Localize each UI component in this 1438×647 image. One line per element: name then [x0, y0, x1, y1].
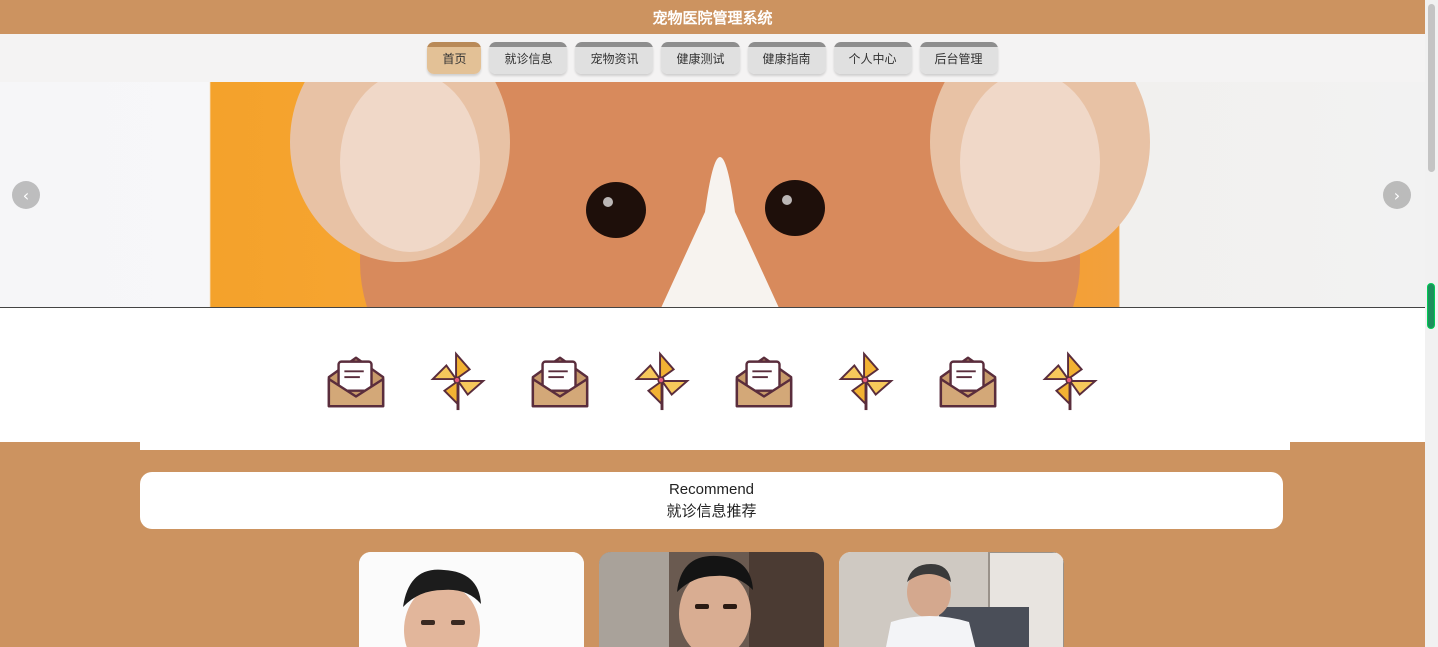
nav-item-admin[interactable]: 后台管理: [919, 42, 998, 74]
carousel-next-button[interactable]: ›: [1383, 181, 1411, 209]
pinwheel-icon[interactable]: [835, 350, 897, 412]
doctor-photo: [359, 552, 584, 647]
envelope-icon[interactable]: [529, 350, 591, 412]
nav-item-visits[interactable]: 就诊信息: [489, 42, 568, 74]
recommend-heading: Recommend 就诊信息推荐: [140, 472, 1283, 529]
envelope-icon[interactable]: [325, 350, 387, 412]
feature-icons-strip: [0, 308, 1425, 442]
doctor-card[interactable]: [359, 552, 584, 647]
envelope-icon[interactable]: [733, 350, 795, 412]
banner-carousel: ‹ ›: [0, 82, 1425, 308]
section-divider: [140, 442, 1290, 450]
nav-item-health-test[interactable]: 健康测试: [661, 42, 740, 74]
recommend-title-en: Recommend: [668, 480, 755, 498]
pinwheel-icon[interactable]: [1039, 350, 1101, 412]
pinwheel-icon[interactable]: [631, 350, 693, 412]
header-bar: 宠物医院管理系统: [0, 0, 1425, 34]
site-title: 宠物医院管理系统: [652, 8, 773, 27]
nav-item-health-guide[interactable]: 健康指南: [747, 42, 826, 74]
pinwheel-icon[interactable]: [427, 350, 489, 412]
doctor-photo: [599, 552, 824, 647]
recommend-cards: [359, 552, 1064, 647]
doctor-card[interactable]: [839, 552, 1064, 647]
doctor-card[interactable]: [599, 552, 824, 647]
envelope-icon[interactable]: [937, 350, 999, 412]
chevron-left-icon: ‹: [22, 185, 30, 205]
scroll-indicator: [1427, 283, 1435, 329]
corgi-banner-image: [290, 82, 1150, 307]
doctor-photo: [839, 552, 1064, 647]
nav-item-home[interactable]: 首页: [427, 42, 482, 74]
nav-item-pet-news[interactable]: 宠物资讯: [575, 42, 654, 74]
carousel-prev-button[interactable]: ‹: [12, 181, 40, 209]
main-nav: 首页 就诊信息 宠物资讯 健康测试 健康指南 个人中心 后台管理: [0, 34, 1425, 82]
scrollbar-thumb[interactable]: [1428, 4, 1435, 172]
chevron-right-icon: ›: [1393, 185, 1401, 205]
vertical-scrollbar[interactable]: [1425, 0, 1438, 647]
recommend-title-cn: 就诊信息推荐: [666, 501, 757, 520]
nav-item-profile[interactable]: 个人中心: [833, 42, 912, 74]
